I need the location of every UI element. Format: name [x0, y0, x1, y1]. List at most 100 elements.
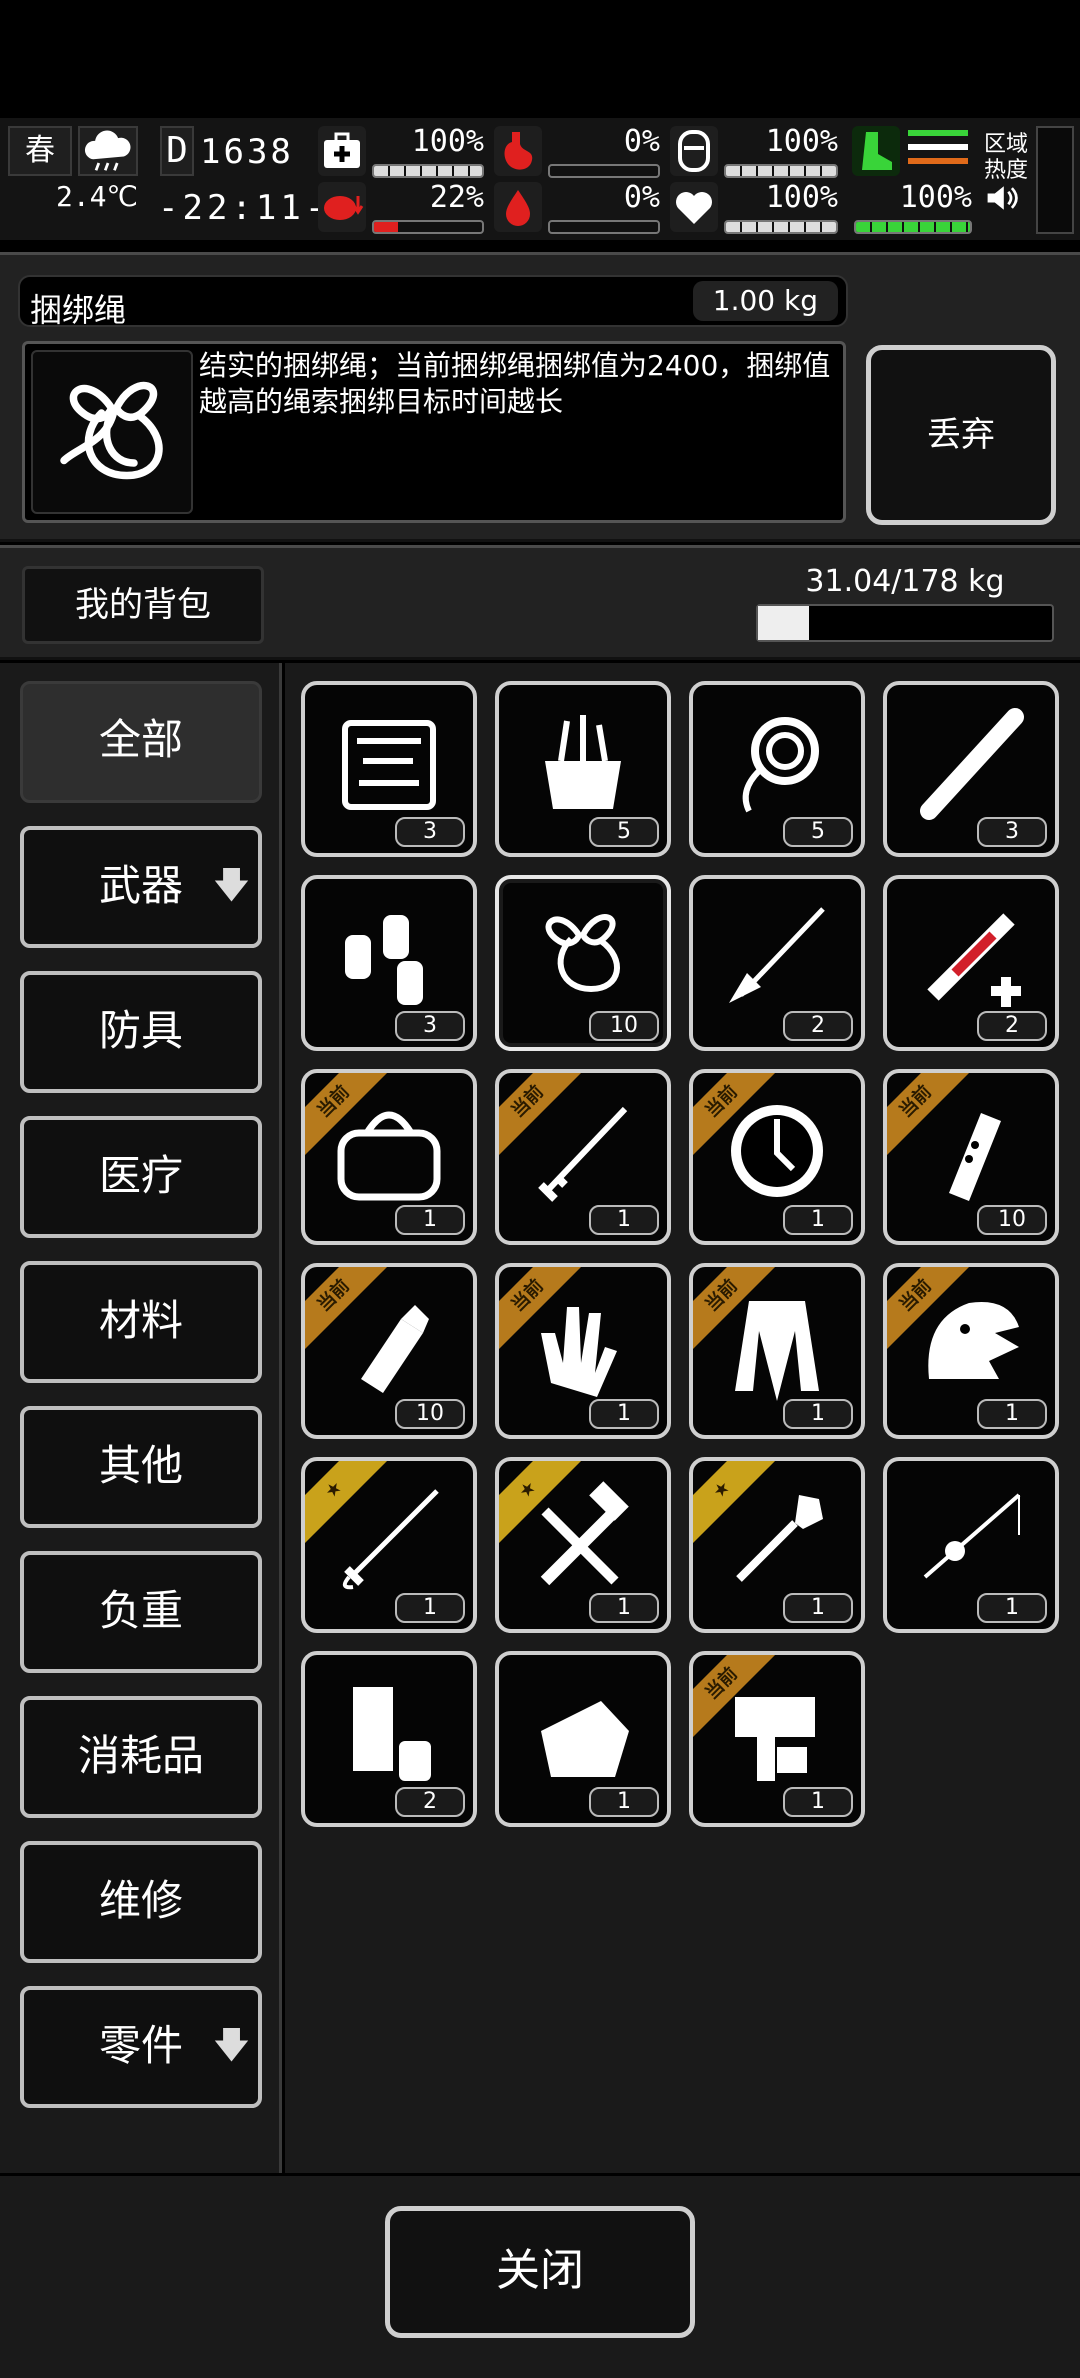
my-bag-button[interactable]: 我的背包 — [22, 566, 264, 644]
bag-capacity-bar: 我的背包 31.04/178 kg — [0, 545, 1080, 660]
item-count-badge: 1 — [783, 1399, 853, 1429]
category-tab-6[interactable]: 负重 — [20, 1551, 262, 1673]
inventory-slot-can-bundle[interactable]: 2 — [301, 1651, 477, 1827]
inventory-slot-dino-mask[interactable]: 1 当前 — [883, 1263, 1059, 1439]
inventory-slot-grenade[interactable]: 10 当前 — [301, 1263, 477, 1439]
item-count-badge: 1 — [783, 1787, 853, 1817]
item-count-badge: 1 — [977, 1593, 1047, 1623]
bag-capacity-text: 31.04/178 kg — [805, 564, 1005, 599]
heart-icon — [670, 182, 718, 232]
category-label: 维修 — [98, 1876, 183, 1925]
category-tab-9[interactable]: 零件 🡇 — [20, 1986, 262, 2108]
stamina2-stat: 100% — [852, 180, 976, 236]
item-count-badge: 1 — [589, 1205, 659, 1235]
cloth-icon — [541, 1701, 629, 1777]
speaker-icon[interactable] — [984, 184, 1020, 212]
brain-value: 22% — [429, 180, 484, 215]
category-tab-0[interactable]: 全部 — [20, 681, 262, 803]
heart-value: 100% — [765, 180, 838, 215]
inventory-slot-shield[interactable]: 1 当前 — [689, 1069, 865, 1245]
category-label: 消耗品 — [77, 1731, 204, 1780]
inventory-slot-duffel-bag[interactable]: 1 当前 — [301, 1069, 477, 1245]
inventory-slot-shovel[interactable]: 1 ★ — [689, 1457, 865, 1633]
inventory-slot-coat[interactable]: 1 当前 — [689, 1263, 865, 1439]
item-count-badge: 10 — [977, 1205, 1047, 1235]
category-tab-5[interactable]: 其他 — [20, 1406, 262, 1528]
arrow-down-icon: 🡇 — [212, 865, 250, 906]
item-title-bar: 捆绑绳 1.00 kg — [18, 275, 848, 329]
health-value: 100% — [411, 124, 484, 159]
item-weight: 1.00 kg — [692, 281, 838, 321]
category-sidebar: 全部 武器 🡇 防具 医疗 材料 其他 负重 消耗品 维修 零件 🡇 — [0, 663, 282, 2173]
helmet-icon — [670, 126, 718, 176]
category-tab-4[interactable]: 材料 — [20, 1261, 262, 1383]
spear-brush-icon — [729, 907, 825, 1003]
item-count-badge: 1 — [395, 1205, 465, 1235]
inventory-slot-binding-rope[interactable]: 10 — [495, 875, 671, 1051]
inventory-slot-tool-bag[interactable]: 5 — [495, 681, 671, 857]
inventory-slot-sword[interactable]: 1 当前 — [495, 1069, 671, 1245]
inventory-slot-pipe[interactable]: 3 — [883, 681, 1059, 857]
inventory-slot-hammer-wrench[interactable]: 1 ★ — [495, 1457, 671, 1633]
inventory-slot-fishing-rod[interactable]: 1 — [883, 1457, 1059, 1633]
discard-button[interactable]: 丢弃 — [866, 345, 1056, 525]
binding-rope-icon — [545, 914, 620, 993]
item-count-badge: 10 — [589, 1011, 659, 1041]
stomach-icon — [494, 126, 542, 176]
season-indicator: 春 — [8, 126, 72, 176]
item-count-badge: 1 — [395, 1593, 465, 1623]
category-label: 零件 — [98, 2021, 183, 2070]
temperature: 2.4℃ — [55, 180, 138, 213]
inventory-grid: 3 5 5 3 3 10 2 2 1 当前 1 当前 1 当前 10 当前 10 当前 1 当前 1 当前 1 当前 1 ★ 1 ★ 1… — [285, 663, 1080, 2173]
category-tab-2[interactable]: 防具 — [20, 971, 262, 1093]
can-bundle-icon — [353, 1687, 431, 1781]
inventory-slot-spear-brush[interactable]: 2 — [689, 875, 865, 1051]
item-count-badge: 3 — [395, 1011, 465, 1041]
item-name: 捆绑绳 — [30, 291, 127, 329]
inventory-slot-nail-gun[interactable]: 1 当前 — [689, 1651, 865, 1827]
cloud-rain-icon — [78, 126, 138, 176]
category-label: 武器 — [98, 861, 183, 910]
inventory-slot-katana[interactable]: 1 ★ — [301, 1457, 477, 1633]
season-label: 春 — [25, 133, 55, 168]
day-counter: 1638 — [200, 132, 294, 172]
fishing-rod-icon — [923, 1493, 1021, 1579]
category-label: 防具 — [98, 1006, 183, 1055]
pipe-icon — [920, 708, 1024, 820]
close-button[interactable]: 关闭 — [385, 2206, 695, 2338]
item-count-badge: 1 — [589, 1399, 659, 1429]
hunger-value: 0% — [623, 124, 660, 159]
rope-coil-icon — [742, 717, 819, 813]
item-count-badge: 3 — [395, 817, 465, 847]
category-label: 全部 — [98, 715, 183, 764]
item-detail-panel: 捆绑绳 1.00 kg 结实的捆绑绳；当前捆绑绳捆绑值为2400，捆绑值越高的绳… — [0, 252, 1080, 542]
inventory-slot-cloth[interactable]: 1 — [495, 1651, 671, 1827]
inventory-slot-spray-cans[interactable]: 3 — [301, 875, 477, 1051]
stamina2-value: 100% — [899, 180, 972, 215]
category-label: 医疗 — [98, 1151, 183, 1200]
heart-stat: 100% — [670, 180, 842, 236]
inventory-slot-flashlight[interactable]: 10 当前 — [883, 1069, 1059, 1245]
blood-value: 0% — [623, 180, 660, 215]
clock: -22:11- — [158, 188, 330, 228]
medical-syringe-icon — [927, 913, 1021, 1007]
inventory-slot-rope-coil[interactable]: 5 — [689, 681, 865, 857]
item-count-badge: 1 — [783, 1205, 853, 1235]
item-count-badge: 5 — [589, 817, 659, 847]
item-description-box: 结实的捆绑绳；当前捆绑绳捆绑值为2400，捆绑值越高的绳索捆绑目标时间越长 — [22, 341, 846, 523]
item-description: 结实的捆绑绳；当前捆绑绳捆绑值为2400，捆绑值越高的绳索捆绑目标时间越长 — [199, 349, 831, 418]
item-count-badge: 2 — [395, 1787, 465, 1817]
category-tab-1[interactable]: 武器 🡇 — [20, 826, 262, 948]
item-count-badge: 1 — [589, 1787, 659, 1817]
category-tab-7[interactable]: 消耗品 — [20, 1696, 262, 1818]
blood-drop-icon — [494, 182, 542, 232]
status-bar: 春 2.4℃ D 1638 -22:11- 100% 0% 100% 22% 0… — [0, 118, 1080, 240]
category-tab-3[interactable]: 医疗 — [20, 1116, 262, 1238]
inventory-slot-medical-syringe[interactable]: 2 — [883, 875, 1059, 1051]
footer: 关闭 — [0, 2176, 1080, 2378]
category-tab-8[interactable]: 维修 — [20, 1841, 262, 1963]
armor-stat: 100% — [670, 124, 842, 180]
item-count-badge: 5 — [783, 817, 853, 847]
inventory-slot-gloves[interactable]: 1 当前 — [495, 1263, 671, 1439]
inventory-slot-toolkit[interactable]: 3 — [301, 681, 477, 857]
